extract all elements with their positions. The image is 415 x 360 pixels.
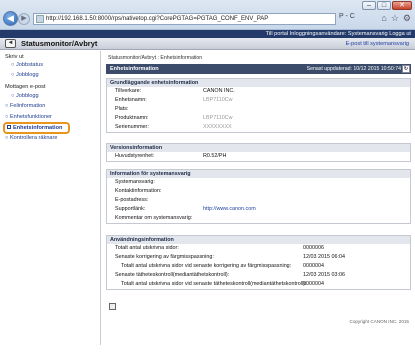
info-row: Senaste korrigering av färgmisspassning:…: [115, 254, 345, 260]
minimize-icon[interactable]: –: [362, 1, 376, 10]
search-dropdown[interactable]: P - C: [339, 13, 355, 20]
address-bar[interactable]: http://192.168.1.50:8000/rps/nativetop.c…: [33, 13, 336, 25]
info-row: Systemansvarig:: [115, 179, 155, 185]
star-icon[interactable]: ☆: [391, 13, 399, 24]
info-row: Tillverkare: CANON INC.: [115, 88, 235, 94]
section-version-info: Versionsinformation Huvudstyrenhet: R0.52…: [106, 143, 411, 162]
maximize-icon[interactable]: □: [377, 1, 391, 10]
page-icon: [36, 15, 44, 23]
info-row: Serienummer: XXXXXXXX: [115, 124, 232, 130]
section-basic-info: Grundläggande enhetsinformation Tillverk…: [106, 78, 411, 133]
browser-toolbar: – □ ✕ ◀ ▶ http://192.168.1.50:8000/rps/n…: [0, 0, 415, 30]
info-row: Plats:: [115, 106, 129, 112]
back-button[interactable]: ◀: [3, 11, 18, 26]
browser-icons: ⌂ ☆ ⚙: [381, 13, 411, 24]
sidebar-item-counters[interactable]: ○ Kontrollera räknare: [5, 135, 58, 141]
info-row: Totalt antal utskrivna sidor: 0000006: [115, 245, 324, 251]
sidebar: Skriv ut ○ Jobbstatus ○ Jobblogg Mottage…: [0, 51, 101, 345]
breadcrumb: Statusmonitor/Avbryt : Enhetsinformation: [108, 55, 203, 61]
section-title: Versionsinformation: [107, 144, 410, 152]
info-row: Kommentar om systemansvarig:: [115, 215, 193, 221]
back-arrow-icon[interactable]: ◄: [5, 39, 16, 48]
info-row: Supportlänk: http://www.canon.com: [115, 205, 256, 214]
sidebar-item-errors[interactable]: ○ Felinformation: [5, 103, 45, 109]
page-title: Enhetsinformation: [110, 66, 159, 72]
section-title: Information för systemansvarig: [107, 170, 410, 178]
refresh-icon[interactable]: ↻: [402, 65, 410, 73]
info-row: Kontaktinformation:: [115, 188, 162, 194]
info-row: E-postadress:: [115, 197, 149, 203]
title-bar: ◄ Statusmonitor/Avbryt E-post till syste…: [0, 38, 415, 50]
page-title-bar: Enhetsinformation Senast uppdaterad: 10/…: [106, 64, 411, 74]
selected-bullet-icon: [7, 125, 11, 129]
page-heading: Statusmonitor/Avbryt: [21, 39, 98, 48]
sidebar-item-email-log[interactable]: ○ Jobblogg: [11, 93, 39, 99]
sidebar-heading-print: Skriv ut: [5, 54, 24, 60]
info-row: Senaste tätheteskontroll(mediantäthetsko…: [115, 272, 345, 278]
section-admin-info: Information för systemansvarig Systemans…: [106, 169, 411, 224]
last-updated: Senast uppdaterad: 10/12 2015 10:50:74: [306, 66, 401, 72]
section-title: Användningsinformation: [107, 236, 410, 244]
email-admin-link[interactable]: E-post till systemansvarig: [346, 38, 409, 50]
section-title: Grundläggande enhetsinformation: [107, 79, 410, 87]
close-icon[interactable]: ✕: [392, 1, 412, 10]
info-row: Totalt antal utskrivna sidor vid senaste…: [121, 263, 324, 269]
home-icon[interactable]: ⌂: [381, 13, 386, 24]
window-controls: – □ ✕: [362, 1, 412, 10]
info-row: Totalt antal utskrivna sidor vid senaste…: [121, 281, 324, 287]
sidebar-item-device-info[interactable]: Enhetsinformation: [3, 122, 71, 134]
url-text: http://192.168.1.50:8000/rps/nativetop.c…: [46, 16, 269, 22]
top-header: Till portal Inloggningsanvändare: System…: [0, 30, 415, 38]
section-usage-info: Användningsinformation Totalt antal utsk…: [106, 235, 411, 290]
info-row: Enhetsnamn: LBP7110Cw: [115, 97, 233, 103]
main-content: Statusmonitor/Avbryt : Enhetsinformation…: [106, 51, 411, 346]
gear-icon[interactable]: ⚙: [403, 13, 411, 24]
sidebar-item-functions[interactable]: ○ Enhetsfunktioner: [5, 114, 52, 120]
info-row: Produktnamn: LBP7110Cw: [115, 115, 233, 121]
sidebar-item-jobstatus[interactable]: ○ Jobbstatus: [11, 62, 43, 68]
page-top-button[interactable]: [109, 303, 116, 310]
sidebar-item-jobblogg[interactable]: ○ Jobblogg: [11, 72, 39, 78]
support-link[interactable]: http://www.canon.com: [203, 205, 256, 214]
sidebar-heading-email: Mottagen e-post: [5, 84, 46, 90]
info-row: Huvudstyrenhet: R0.52/PH: [115, 153, 227, 159]
forward-button[interactable]: ▶: [18, 13, 30, 25]
copyright: Copyright CANON INC. 2015: [349, 319, 410, 324]
header-links[interactable]: Till portal Inloggningsanvändare: System…: [266, 30, 411, 38]
